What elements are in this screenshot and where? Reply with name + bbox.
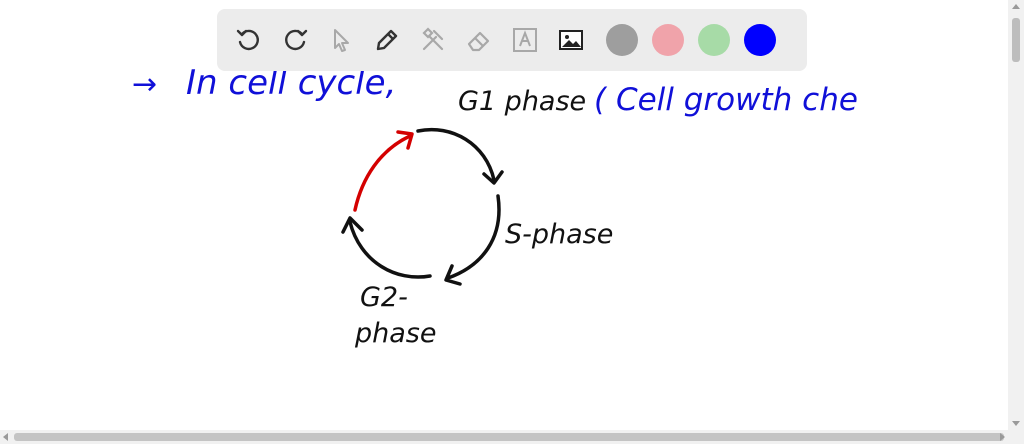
cycle-arrow-red [353,134,412,212]
g2-phase-label: G2- [360,282,408,313]
scroll-up-arrow-icon[interactable] [1012,4,1020,9]
whiteboard-canvas[interactable]: → In cell cycle, G1 phase ( Cell growth … [0,0,1008,430]
g1-phase-label: G1 phase [458,86,586,117]
color-swatch-pink[interactable] [652,24,684,56]
undo-icon[interactable] [231,22,267,58]
vertical-scroll-thumb[interactable] [1012,18,1020,62]
image-icon[interactable] [553,22,589,58]
g1-note-text: ( Cell growth che [594,82,858,118]
heading-arrow: → [132,67,157,102]
text-icon[interactable] [507,22,543,58]
pointer-icon[interactable] [323,22,359,58]
tools-icon[interactable] [415,22,451,58]
vertical-scrollbar[interactable] [1008,0,1024,430]
drawing-toolbar [217,9,807,71]
s-phase-label: S-phase [505,219,613,250]
scroll-down-arrow-icon[interactable] [1012,421,1020,426]
scroll-right-arrow-icon[interactable] [1000,433,1005,441]
color-swatch-gray[interactable] [606,24,638,56]
cycle-arrow-right [446,194,501,280]
horizontal-scrollbar[interactable] [0,430,1024,444]
color-swatch-green[interactable] [698,24,730,56]
color-swatch-blue[interactable] [744,24,776,56]
scroll-left-arrow-icon[interactable] [3,433,8,441]
g2-phase-label-2: phase [354,318,436,349]
pen-icon[interactable] [369,22,405,58]
cycle-arrow-top [416,128,496,182]
horizontal-scroll-thumb[interactable] [14,433,1004,441]
eraser-icon[interactable] [461,22,497,58]
redo-icon[interactable] [277,22,313,58]
